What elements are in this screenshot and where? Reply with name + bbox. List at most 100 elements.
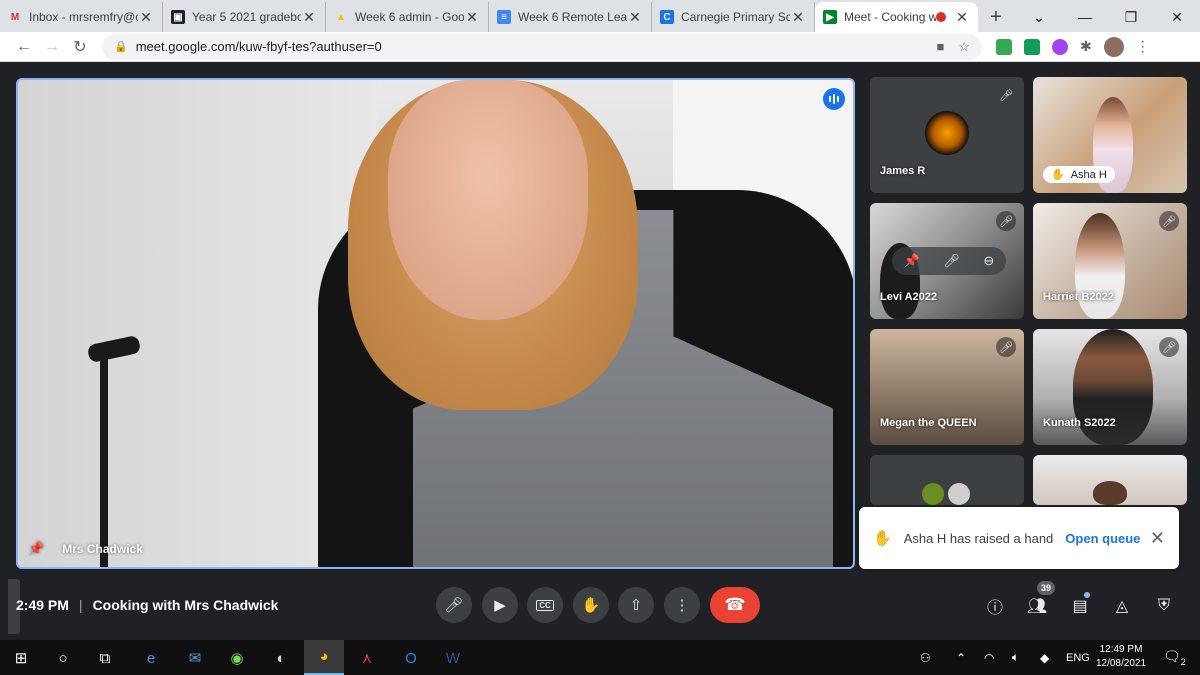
close-tab-icon[interactable]: ✕ (138, 9, 154, 26)
info-icon: ⓘ (986, 600, 1003, 617)
camera-button[interactable]: ▶ (482, 587, 518, 623)
start-windows-icon[interactable]: ⊞ (8, 645, 34, 671)
paint-app-icon[interactable]: ◐ (268, 645, 294, 671)
camera-indicator-icon[interactable]: ■ (936, 39, 944, 55)
tab-drive[interactable]: ▲ Week 6 admin - Goog ✕ (326, 2, 489, 32)
back-icon[interactable]: ← (10, 38, 38, 56)
raise-hand-button[interactable]: ✋ (573, 587, 609, 623)
extension-grid-icon[interactable] (1024, 38, 1040, 55)
activities-shapes-icon: ◬ (1115, 598, 1129, 615)
close-tab-icon[interactable]: ✕ (301, 9, 317, 26)
bookmark-star-icon[interactable]: ☆ (958, 39, 970, 55)
tab-carnegie[interactable]: C Carnegie Primary Scho ✕ (652, 2, 815, 32)
mic-off-icon[interactable]: 🎤︎ (943, 253, 960, 269)
captions-icon: CC (536, 599, 554, 611)
windows-taskbar (0, 640, 1200, 675)
volume-icon[interactable]: 🔈︎ (1012, 640, 1019, 675)
participant-name: Harriet B2022 (1043, 291, 1114, 303)
system-clock[interactable]: 12:49 PM 12/08/2021 (1086, 643, 1156, 671)
participant-tile[interactable]: 🎤︎ Megan the QUEEN (870, 329, 1024, 445)
participant-tile[interactable]: ✋ Asha H (1033, 77, 1187, 193)
people-icon: 👥︎ (1026, 598, 1048, 615)
close-window-icon[interactable]: ✕ (1154, 9, 1200, 26)
extensions-puzzle-icon[interactable]: ✱ (1080, 38, 1092, 55)
people-tray-icon[interactable]: ⚇ (920, 640, 931, 675)
participant-tile[interactable]: 🎤︎ 📌 🎤︎ ⊖ Levi A2022 (870, 203, 1024, 319)
divider: | (78, 597, 83, 613)
people-button[interactable]: 👥︎ (1025, 594, 1049, 618)
extension-green-icon[interactable] (996, 38, 1012, 55)
open-queue-button[interactable]: Open queue (1065, 531, 1140, 546)
pin-icon[interactable]: 📌 (28, 541, 44, 557)
restore-icon[interactable]: ❐ (1108, 9, 1154, 26)
activities-button[interactable]: ◬ (1110, 594, 1134, 618)
participant-tile[interactable]: 🎤︎ Harriet B2022 (1033, 203, 1187, 319)
recording-indicator-icon (936, 12, 946, 22)
close-icon[interactable]: ✕ (1150, 528, 1165, 549)
tab-title: Week 6 Remote Learni (518, 10, 627, 24)
mic-off-icon: 🎤︎ (999, 89, 1013, 102)
chrome-taskbar-icon[interactable]: ◕ (304, 640, 344, 675)
leave-call-button[interactable]: ☎ (710, 587, 760, 623)
tab-meet[interactable]: ▶ Meet - Cooking w ✕ (815, 2, 978, 32)
present-screen-icon: ⇧ (629, 597, 643, 614)
participant-tile[interactable] (870, 455, 1024, 505)
remove-participant-icon[interactable]: ⊖ (983, 253, 994, 269)
show-hidden-icons[interactable]: ⌃ (956, 640, 966, 675)
new-tab-button[interactable]: + (978, 2, 1014, 32)
tab-gmail[interactable]: M Inbox - mrsremfry@ca ✕ (0, 2, 163, 32)
chrome-menu-icon[interactable]: ⋮ (1136, 38, 1150, 55)
address-bar[interactable]: 🔒 meet.google.com/kuw-fbyf-tes?authuser=… (102, 33, 982, 60)
cortana-search-icon[interactable]: ○ (50, 645, 76, 671)
notification-message: Asha H has raised a hand (903, 530, 1054, 546)
forward-icon[interactable]: → (38, 38, 66, 56)
close-tab-icon[interactable]: ✕ (464, 9, 480, 26)
dropbox-icon[interactable]: ◆ (1040, 640, 1049, 675)
participant-count-badge: 39 (1037, 581, 1055, 595)
participant-tile[interactable] (1033, 455, 1187, 505)
word-icon[interactable]: W (440, 645, 466, 671)
browser-toolbar: ← → ↻ 🔒 meet.google.com/kuw-fbyf-tes?aut… (0, 32, 1200, 62)
pin-icon[interactable]: 📌 (904, 253, 920, 269)
meet-stage: 📌 Mrs Chadwick 🎤︎ James R ✋ Asha H 🎤︎ 📌 … (0, 63, 1200, 640)
close-tab-icon[interactable]: ✕ (954, 9, 970, 26)
participant-tile[interactable]: 🎤︎ James R (870, 77, 1024, 193)
mic-button[interactable]: 🎤︎ (436, 587, 472, 623)
close-tab-icon[interactable]: ✕ (627, 9, 643, 26)
task-view-icon[interactable]: ⧉ (92, 645, 118, 671)
participant-name: Megan the QUEEN (880, 417, 977, 429)
raised-hand-icon: ✋ (1051, 169, 1065, 181)
action-center-icon[interactable]: 🗨︎2 (1163, 648, 1186, 667)
minimize-icon[interactable]: — (1062, 9, 1108, 25)
drive-icon: ▲ (336, 11, 346, 23)
shield-lock-icon: ⛨ (1157, 597, 1170, 614)
outlook-icon[interactable]: O (398, 645, 424, 671)
close-tab-icon[interactable]: ✕ (790, 9, 806, 26)
window-controls: ⌄ — ❐ ✕ (1016, 2, 1200, 32)
captions-button[interactable]: CC (527, 587, 563, 623)
wifi-icon[interactable]: ◠ (984, 640, 994, 675)
lock-icon[interactable]: 🔒 (114, 40, 128, 53)
meeting-details-button[interactable]: ⓘ (983, 594, 1007, 618)
tripod-stand (100, 350, 108, 567)
edge-browser-icon[interactable]: e (138, 645, 164, 671)
tab-docs[interactable]: ≡ Week 6 Remote Learni ✕ (489, 2, 652, 32)
mail-app-icon[interactable]: ✉ (182, 645, 208, 671)
video-camera-icon: ▶ (494, 597, 506, 614)
participant-name: Asha H (1070, 168, 1107, 181)
participant-name: Levi A2022 (880, 291, 938, 303)
profile-avatar[interactable] (1103, 36, 1124, 57)
camera-app-icon[interactable]: ◉ (224, 645, 250, 671)
host-controls-button[interactable]: ⛨ (1152, 594, 1176, 618)
tab-search-icon[interactable]: ⌄ (1016, 9, 1062, 26)
participant-figure (1075, 213, 1125, 319)
participant-tile[interactable]: 🎤︎ Kunath S2022 (1033, 329, 1187, 445)
present-button[interactable]: ⇧ (618, 587, 654, 623)
acrobat-icon[interactable]: ⋏ (354, 645, 380, 671)
main-speaker-video[interactable]: 📌 Mrs Chadwick (16, 78, 855, 569)
tab-title: Carnegie Primary Scho (681, 10, 790, 24)
reload-icon[interactable]: ↻ (66, 37, 94, 57)
extension-purple-icon[interactable] (1052, 38, 1068, 55)
more-options-button[interactable]: ⋮ (664, 587, 700, 623)
tab-gradebook[interactable]: ▣ Year 5 2021 gradebook ✕ (163, 2, 326, 32)
